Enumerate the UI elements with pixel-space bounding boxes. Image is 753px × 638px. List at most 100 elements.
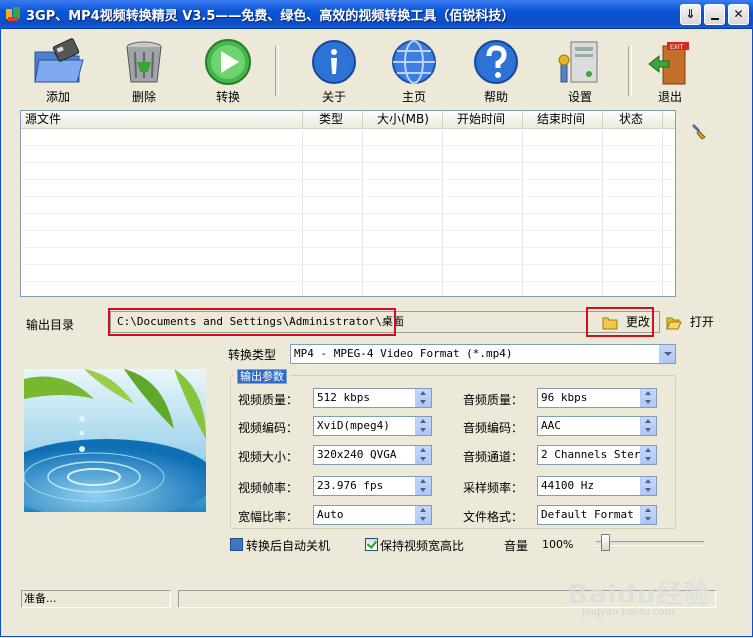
auto-shutdown-checkbox[interactable] (230, 538, 243, 551)
audio-codec-value: AAC (541, 419, 561, 432)
grid-line (602, 128, 603, 296)
title-bar[interactable]: 3GP、MP4视频转换精灵 V3.5——免费、绿色、高效的视频转换工具（佰锐科技… (0, 0, 753, 29)
spin-arrows-icon[interactable] (640, 446, 656, 464)
volume-slider-thumb[interactable] (600, 534, 610, 551)
grid-line (662, 128, 663, 296)
help-button[interactable]: 帮助 (464, 38, 528, 104)
spin-arrows-icon[interactable] (415, 389, 431, 407)
video-codec-spinner[interactable]: XviD(mpeg4) (313, 416, 432, 436)
exit-button[interactable]: EXIT 退出 (638, 38, 702, 104)
app-icon (6, 7, 20, 21)
film-folder-icon (34, 38, 84, 83)
keep-aspect-checkbox[interactable] (365, 538, 378, 551)
chevron-down-icon[interactable] (659, 345, 675, 363)
grid-line (21, 162, 675, 163)
spin-arrows-icon[interactable] (415, 477, 431, 495)
video-quality-spinner[interactable]: 512 kbps (313, 388, 432, 408)
column-type[interactable]: 类型 (303, 111, 363, 128)
keep-aspect-label[interactable]: 保持视频宽高比 (380, 537, 464, 554)
spin-arrows-icon[interactable] (640, 417, 656, 435)
play-icon (205, 39, 251, 85)
convert-type-select[interactable]: MP4 - MPEG-4 Video Format (*.mp4) (290, 344, 676, 364)
sample-rate-spinner[interactable]: 44100 Hz (537, 476, 657, 496)
grid-line (302, 128, 303, 296)
video-size-spinner[interactable]: 320x240 QVGA (313, 445, 432, 465)
convert-label: 转换 (215, 90, 240, 104)
audio-channels-spinner[interactable]: 2 Channels Stere (537, 445, 657, 465)
grid-line (442, 128, 443, 296)
trash-bin-icon (126, 41, 162, 83)
change-dir-label: 更改 (625, 315, 650, 329)
column-start-time[interactable]: 开始时间 (443, 111, 523, 128)
about-button[interactable]: 关于 (302, 38, 366, 104)
file-list-header: 源文件 类型 大小(MB) 开始时间 结束时间 状态 (21, 111, 675, 129)
minimize-button[interactable] (704, 4, 725, 25)
audio-quality-label: 音频质量： (463, 393, 524, 407)
audio-channels-value: 2 Channels Stere (541, 448, 647, 461)
grid-line (21, 196, 675, 197)
file-list[interactable]: 源文件 类型 大小(MB) 开始时间 结束时间 状态 (20, 110, 676, 297)
open-dir-label: 打开 (689, 315, 714, 329)
grid-line (21, 247, 675, 248)
spin-arrows-icon[interactable] (415, 417, 431, 435)
file-format-label: 文件格式： (463, 510, 524, 524)
globe-icon (392, 40, 436, 84)
file-format-spinner[interactable]: Default Format (537, 505, 657, 525)
sample-rate-label: 采样频率： (463, 481, 524, 495)
home-button[interactable]: 主页 (382, 38, 446, 104)
grid-line (21, 145, 675, 146)
settings-button[interactable]: 设置 (548, 38, 612, 104)
info-icon (312, 40, 356, 84)
progress-bar (178, 590, 716, 608)
delete-button[interactable]: 删除 (112, 38, 176, 104)
close-button[interactable]: ✕ (728, 4, 749, 25)
add-button[interactable]: 添加 (26, 38, 90, 104)
video-fps-label: 视频帧率： (238, 481, 299, 495)
video-fps-value: 23.976 fps (317, 479, 384, 492)
volume-label: 音量 (504, 539, 529, 553)
video-fps-spinner[interactable]: 23.976 fps (313, 476, 432, 496)
output-dir-label: 输出目录 (26, 318, 75, 332)
video-codec-label: 视频编码： (238, 421, 299, 435)
grid-line (522, 128, 523, 296)
spin-arrows-icon[interactable] (640, 389, 656, 407)
column-source-file[interactable]: 源文件 (21, 111, 303, 128)
about-label: 关于 (321, 90, 346, 104)
audio-codec-spinner[interactable]: AAC (537, 416, 657, 436)
change-dir-button[interactable]: 更改 (602, 310, 650, 334)
help-menu-button[interactable]: ⇓ (680, 4, 701, 25)
column-status[interactable]: 状态 (603, 111, 663, 128)
audio-quality-spinner[interactable]: 96 kbps (537, 388, 657, 408)
convert-button[interactable]: 转换 (196, 38, 260, 104)
spin-arrows-icon[interactable] (415, 506, 431, 524)
aspect-label: 宽幅比率： (238, 510, 299, 524)
grid-line (21, 230, 675, 231)
convert-type-value: MP4 - MPEG-4 Video Format (*.mp4) (294, 347, 513, 360)
file-format-value: Default Format (541, 508, 634, 521)
clear-brush-icon[interactable] (690, 122, 708, 140)
open-dir-button[interactable]: 打开 (666, 310, 714, 334)
home-label: 主页 (401, 90, 426, 104)
column-size[interactable]: 大小(MB) (363, 111, 443, 128)
auto-shutdown-label[interactable]: 转换后自动关机 (246, 537, 330, 554)
volume-slider-track[interactable] (596, 541, 704, 546)
decorative-image (24, 369, 206, 512)
grid-line (21, 281, 675, 282)
spin-arrows-icon[interactable] (640, 477, 656, 495)
spin-arrows-icon[interactable] (415, 446, 431, 464)
aspect-spinner[interactable]: Auto (313, 505, 432, 525)
grid-line (21, 213, 675, 214)
output-params-legend: 输出参数 (234, 368, 290, 384)
add-label: 添加 (45, 90, 70, 104)
audio-quality-value: 96 kbps (541, 391, 588, 404)
spin-arrows-icon[interactable] (640, 506, 656, 524)
audio-codec-label: 音频编码： (463, 421, 524, 435)
toolbar-separator (275, 46, 279, 96)
column-end-time[interactable]: 结束时间 (523, 111, 603, 128)
sample-rate-value: 44100 Hz (541, 479, 594, 492)
svg-text:EXIT: EXIT (670, 44, 684, 51)
toolbar-separator (628, 46, 632, 96)
minimize-icon (710, 18, 719, 20)
output-path-field[interactable]: C:\Documents and Settings\Administrator\… (110, 311, 660, 333)
window-title: 3GP、MP4视频转换精灵 V3.5——免费、绿色、高效的视频转换工具（佰锐科技… (26, 9, 515, 24)
